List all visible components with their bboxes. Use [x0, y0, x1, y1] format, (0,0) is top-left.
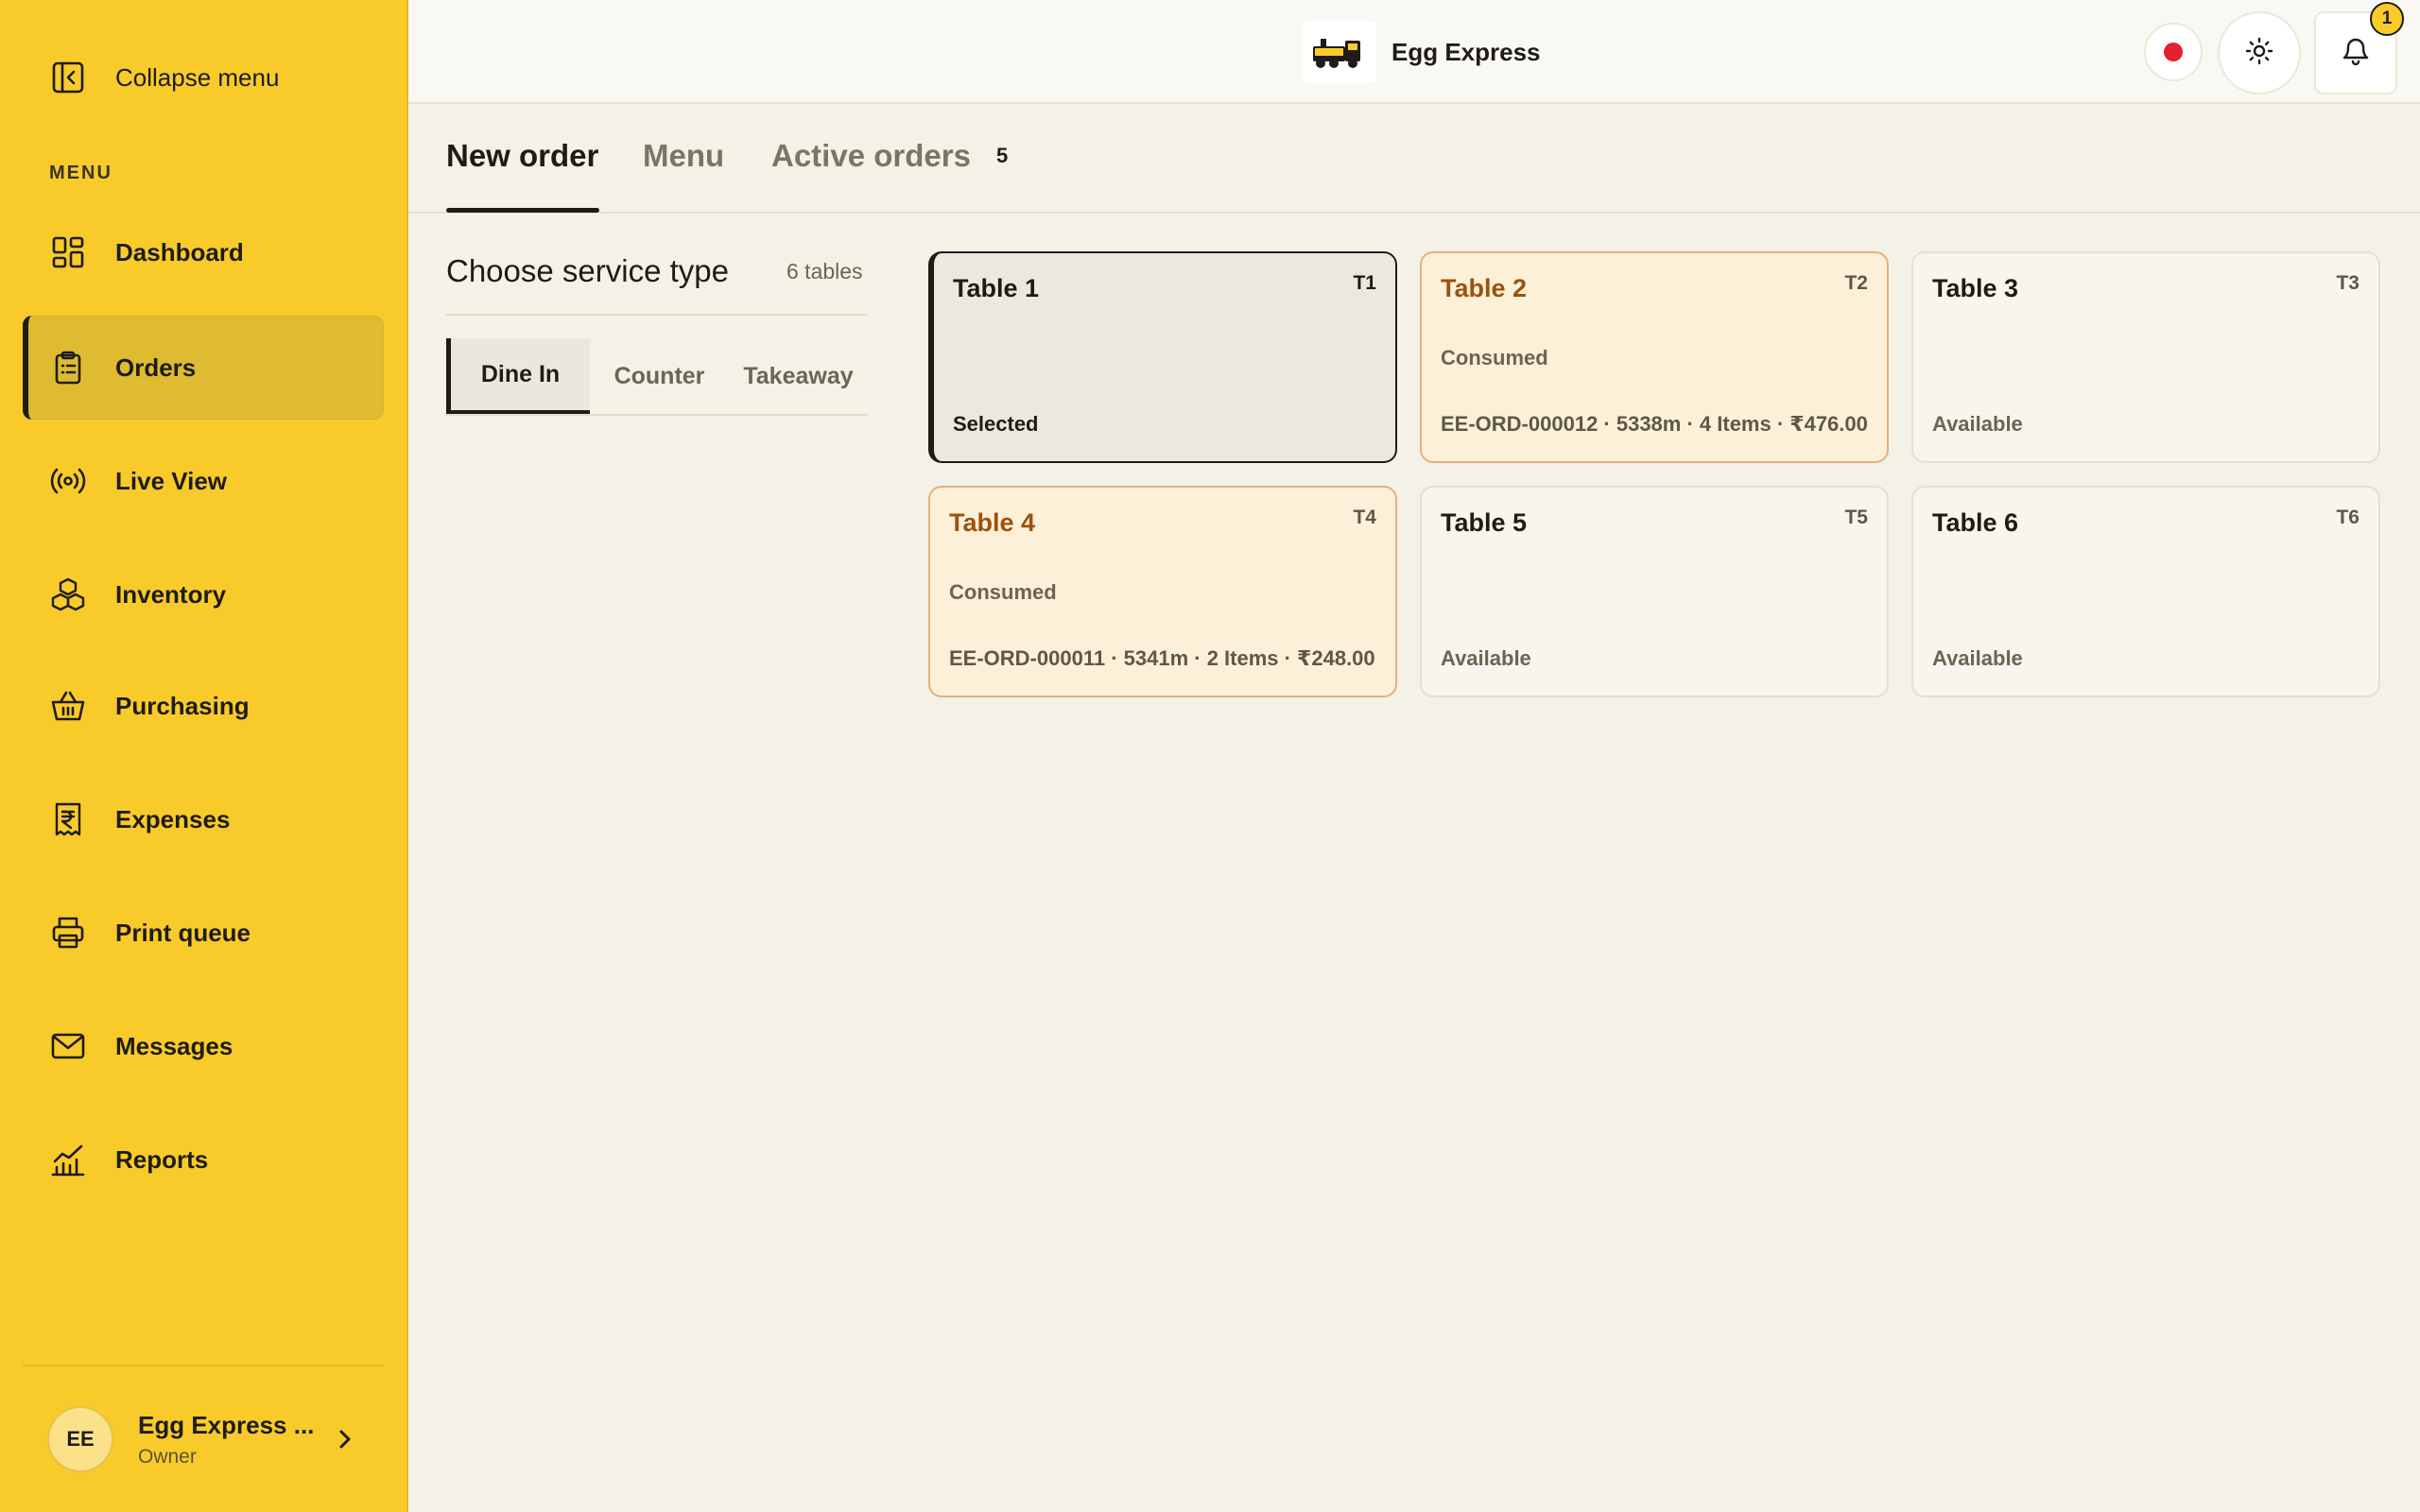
- collapse-menu-label: Collapse menu: [115, 62, 280, 92]
- train-logo-icon: [1313, 39, 1360, 68]
- recording-indicator-button[interactable]: [2144, 23, 2203, 81]
- chart-icon: [49, 1141, 87, 1178]
- tab-menu[interactable]: Menu: [643, 138, 724, 174]
- sidebar-item-dashboard[interactable]: Dashboard: [23, 200, 384, 304]
- table-card-1[interactable]: Table 1 T1 Selected: [928, 251, 1397, 463]
- record-dot-icon: [2164, 43, 2183, 61]
- tab-new-order[interactable]: New order: [446, 138, 598, 174]
- sidebar-item-purchasing[interactable]: Purchasing: [23, 654, 384, 758]
- table-count: 6 tables: [786, 259, 863, 284]
- top-bar: Egg Express 1: [408, 0, 2420, 104]
- active-tab-underline: [446, 208, 599, 213]
- profile-name: Egg Express ...: [138, 1410, 315, 1439]
- profile-role: Owner: [138, 1445, 197, 1468]
- sidebar-item-label: Live View: [115, 466, 228, 495]
- notification-badge: 1: [2370, 2, 2404, 36]
- sidebar-item-expenses[interactable]: Expenses: [23, 767, 384, 871]
- basket-icon: [49, 687, 87, 725]
- sidebar-item-label: Orders: [115, 352, 197, 382]
- rupee-receipt-icon: [49, 800, 87, 838]
- dashboard-icon: [49, 233, 87, 271]
- chevron-right-icon: [331, 1425, 359, 1458]
- table-order-summary: EE-ORD-000012 · 5338m · 4 Items · ₹476.0…: [1441, 412, 1868, 436]
- sidebar-item-reports[interactable]: Reports: [23, 1108, 384, 1211]
- table-card-4[interactable]: Table 4 T4 Consumed EE-ORD-000011 · 5341…: [928, 486, 1397, 697]
- sidebar-item-label: Expenses: [115, 804, 231, 833]
- sidebar-item-label: Print queue: [115, 918, 251, 947]
- profile-text: Egg Express ... Owner: [138, 1411, 314, 1469]
- table-card-6[interactable]: Table 6 T6 Available: [1911, 486, 2380, 697]
- table-code: T5: [1844, 507, 1868, 528]
- collapse-menu-button[interactable]: Collapse menu: [49, 57, 279, 98]
- sidebar-item-label: Dashboard: [115, 237, 244, 266]
- bell-icon: [2341, 35, 2371, 72]
- table-order-summary: EE-ORD-000011 · 5341m · 2 Items · ₹248.0…: [949, 646, 1375, 670]
- menu-heading: MENU: [49, 163, 112, 183]
- sidebar-item-messages[interactable]: Messages: [23, 994, 384, 1098]
- service-takeaway[interactable]: Takeaway: [729, 338, 868, 414]
- collapse-sidebar-icon: [49, 59, 87, 96]
- mail-icon: [49, 1027, 87, 1065]
- service-counter[interactable]: Counter: [590, 338, 729, 414]
- table-name: Table 1: [953, 274, 1040, 302]
- sidebar-item-label: Inventory: [115, 579, 227, 609]
- table-code: T2: [1844, 272, 1868, 294]
- sidebar-item-print-queue[interactable]: Print queue: [23, 881, 384, 985]
- broadcast-icon: [49, 462, 87, 500]
- theme-toggle-button[interactable]: [2218, 11, 2301, 94]
- app-root: Collapse menu MENU Dashboard Orders Live…: [0, 0, 2420, 1512]
- table-status: Available: [1441, 646, 1531, 670]
- printer-icon: [49, 914, 87, 952]
- table-code: T4: [1353, 507, 1376, 528]
- table-card-3[interactable]: Table 3 T3 Available: [1911, 251, 2380, 463]
- table-status: Selected: [953, 412, 1039, 436]
- sidebar: Collapse menu MENU Dashboard Orders Live…: [0, 0, 408, 1512]
- sidebar-item-label: Reports: [115, 1144, 209, 1174]
- table-code: T3: [2336, 272, 2360, 294]
- table-name: Table 4: [949, 508, 1036, 537]
- profile-menu[interactable]: EE Egg Express ... Owner: [23, 1365, 384, 1512]
- sidebar-item-inventory[interactable]: Inventory: [23, 542, 384, 646]
- table-card-5[interactable]: Table 5 T5 Available: [1420, 486, 1889, 697]
- sidebar-item-label: Purchasing: [115, 691, 250, 720]
- table-card-2[interactable]: Table 2 T2 Consumed EE-ORD-000012 · 5338…: [1420, 251, 1889, 463]
- active-orders-count: 5: [996, 144, 1009, 167]
- clipboard-icon: [49, 349, 87, 387]
- service-dine-in[interactable]: Dine In: [446, 338, 590, 414]
- table-name: Table 6: [1932, 508, 2019, 537]
- table-name: Table 2: [1441, 274, 1528, 302]
- order-tabs: New order Menu Active orders 5: [408, 106, 2420, 214]
- table-code: T6: [2336, 507, 2360, 528]
- service-type-title: Choose service type: [446, 253, 729, 288]
- sidebar-item-live-view[interactable]: Live View: [23, 429, 384, 533]
- sidebar-item-orders[interactable]: Orders: [23, 316, 384, 420]
- table-status: Available: [1932, 646, 2023, 670]
- brand: Egg Express: [1303, 21, 1541, 83]
- divider: [446, 314, 868, 316]
- sidebar-item-label: Messages: [115, 1031, 233, 1060]
- tab-active-orders[interactable]: Active orders: [771, 138, 971, 174]
- brand-logo: [1303, 21, 1376, 83]
- brand-name: Egg Express: [1392, 37, 1541, 66]
- service-type-selector: Dine In Counter Takeaway: [446, 338, 868, 416]
- table-code: T1: [1353, 272, 1376, 294]
- boxes-icon: [49, 576, 87, 613]
- table-status: Consumed: [949, 580, 1057, 604]
- avatar: EE: [47, 1406, 113, 1472]
- table-status: Consumed: [1441, 346, 1548, 369]
- table-status: Available: [1932, 412, 2023, 436]
- table-name: Table 5: [1441, 508, 1528, 537]
- table-name: Table 3: [1932, 274, 2019, 302]
- sun-icon: [2244, 36, 2274, 71]
